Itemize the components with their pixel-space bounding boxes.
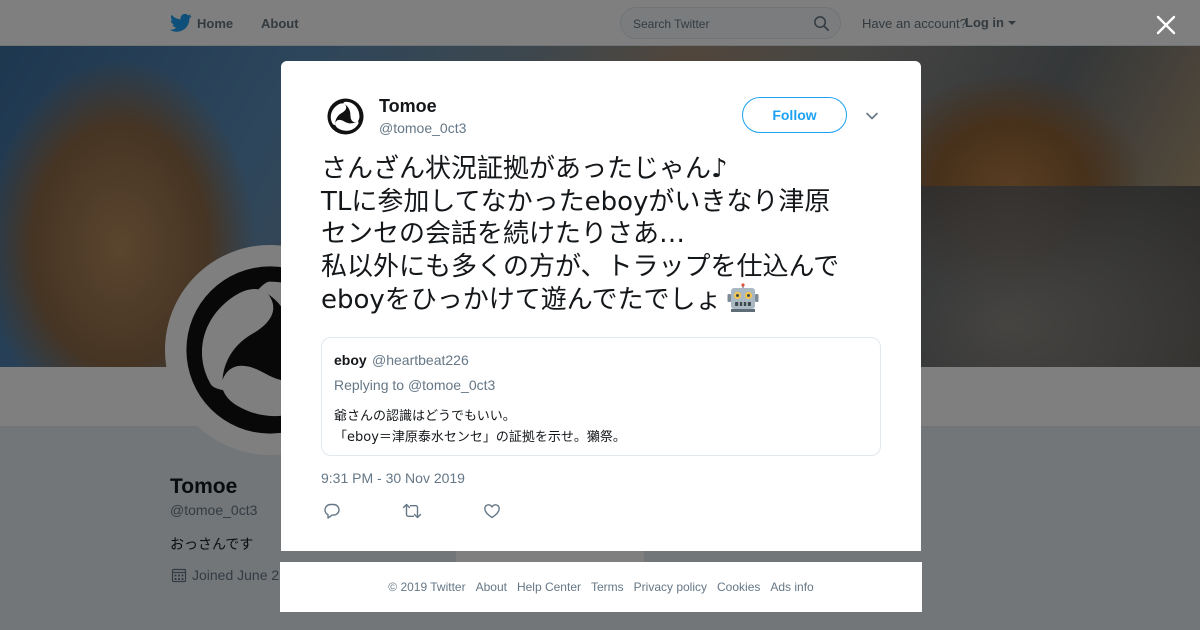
follow-button[interactable]: Follow xyxy=(742,97,847,133)
retweet-icon[interactable] xyxy=(402,502,422,520)
quote-text-line: 爺さんの認識はどうでもいい。 xyxy=(334,409,516,424)
footer-link-ads-info[interactable]: Ads info xyxy=(770,580,813,594)
quote-text-line: 「eboy＝津原泰水センセ」の証拠を示せ。獺祭。 xyxy=(334,430,626,445)
author-name[interactable]: Tomoe xyxy=(379,96,437,117)
quote-author-name: eboy xyxy=(334,352,367,368)
quote-replying-to: Replying to @tomoe_0ct3 xyxy=(334,377,495,393)
tweet-text-line: さんざん状況証拠があったじゃん♪ xyxy=(321,154,728,184)
footer-link-cookies[interactable]: Cookies xyxy=(717,580,760,594)
like-heart-icon[interactable] xyxy=(483,502,501,520)
footer-link-help-center[interactable]: Help Center xyxy=(517,580,581,594)
robot-face-emoji xyxy=(727,283,758,312)
footer: © 2019 Twitter About Help Center Terms P… xyxy=(280,562,922,612)
tweet-text-line: センセの会話を続けたりさあ… xyxy=(321,219,686,249)
replying-to-label: Replying to xyxy=(334,377,405,393)
tweet-timestamp[interactable]: 9:31 PM - 30 Nov 2019 xyxy=(321,470,465,486)
footer-link-privacy-policy[interactable]: Privacy policy xyxy=(634,580,707,594)
reply-icon[interactable] xyxy=(323,502,341,520)
tweet-text-line: 私以外にも多くの方が、トラップを仕込んで xyxy=(321,251,840,282)
chevron-down-icon[interactable] xyxy=(864,108,880,124)
tweet-text-line-last: eboyをひっかけて遊んでたでしょ xyxy=(321,283,891,317)
author-handle[interactable]: @tomoe_0ct3 xyxy=(379,120,466,136)
footer-link-terms[interactable]: Terms xyxy=(591,580,624,594)
quoted-tweet-card[interactable]: eboy @heartbeat226 Replying to @tomoe_0c… xyxy=(321,337,881,456)
replying-to-handle[interactable]: @tomoe_0ct3 xyxy=(408,377,495,393)
footer-link-about[interactable]: About xyxy=(476,580,507,594)
author-avatar[interactable] xyxy=(325,96,366,137)
quote-author-handle: @heartbeat226 xyxy=(372,352,469,368)
close-icon[interactable] xyxy=(1153,12,1179,38)
tweet-text-line: TLに参加してなかったeboyがいきなり津原 xyxy=(321,186,831,217)
footer-copyright: © 2019 Twitter xyxy=(388,580,466,594)
tweet-text: さんざん状況証拠があったじゃん♪ TLに参加してなかったeboyがいきなり津原 … xyxy=(321,153,891,317)
tweet-modal: Tomoe @tomoe_0ct3 Follow さんざん状況証拠があったじゃん… xyxy=(281,61,921,551)
tweet-text-line: eboyをひっかけて遊んでたでしょ xyxy=(321,285,722,315)
